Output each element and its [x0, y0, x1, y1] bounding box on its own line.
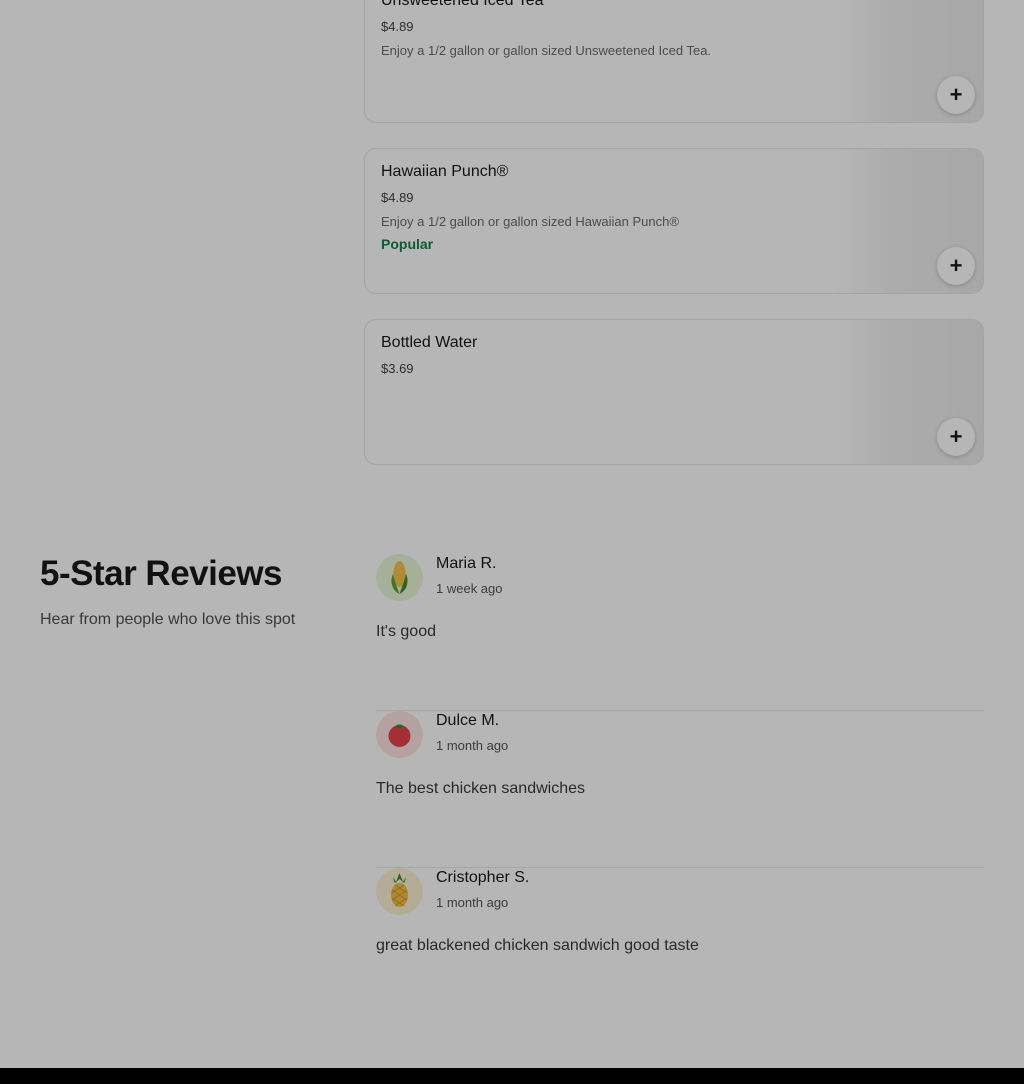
page: Unsweetened Iced Tea $4.89 Enjoy a 1/2 g…: [0, 0, 1024, 1084]
modal-backdrop[interactable]: [0, 0, 1024, 1084]
